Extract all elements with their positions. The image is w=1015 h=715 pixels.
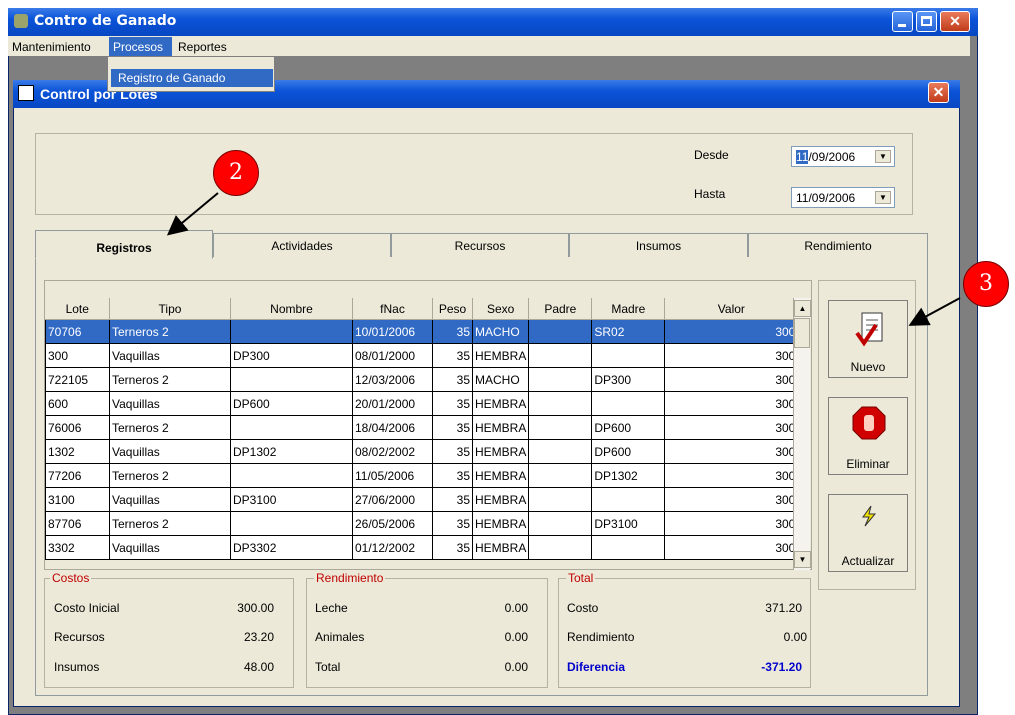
callout-3: 3 xyxy=(963,261,1009,307)
callout-2: 2 xyxy=(213,150,259,196)
arrow-to-registros xyxy=(166,192,219,236)
arrow-to-nuevo xyxy=(908,297,961,326)
callout-arrows xyxy=(166,192,961,326)
